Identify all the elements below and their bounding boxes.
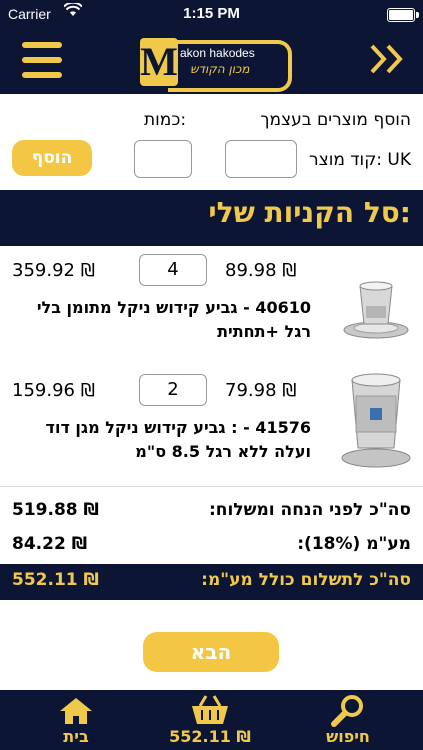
cart-title: סל הקניות שלי: [208, 196, 411, 229]
grand-total-bar: סה"כ לתשלום כולל מע"מ: 552.11 ₪ [0, 564, 423, 600]
logo: M akon hakodes מכון הקודש [140, 36, 292, 92]
tab-cart[interactable]: 552.11 ₪ [160, 690, 260, 750]
line-total: 159.96 ₪ [12, 380, 95, 401]
tab-home-label: בית [63, 727, 89, 746]
add-products-title: הוסף מוצרים בעצמך [260, 110, 411, 130]
cart-item: 359.92 ₪ 4 89.98 ₪ 40610 - גביע קידוש ני… [0, 246, 423, 367]
kiddush-cup-image [340, 370, 412, 468]
subtotal-label: סה"כ לפני הנחה ומשלוח: [208, 500, 411, 520]
cart-item: 159.96 ₪ 2 79.98 ₪ 41576 - : גביע קידוש … [0, 366, 423, 487]
product-code-label: קוד מוצר: UK [309, 150, 411, 170]
unit-price: 79.98 ₪ [225, 380, 297, 401]
grand-total-label: סה"כ לתשלום כולל מע"מ: [201, 570, 411, 590]
home-icon [60, 698, 92, 724]
tab-search[interactable]: חיפוש [308, 690, 388, 750]
logo-text-he: מכון הקודש [190, 62, 250, 76]
tab-home[interactable]: בית [36, 690, 116, 750]
cart-header: סל הקניות שלי: [0, 190, 423, 246]
quantity-label: כמות: [144, 110, 187, 130]
line-total: 359.92 ₪ [12, 260, 95, 281]
grand-total-value: 552.11 ₪ [12, 570, 99, 590]
quantity-field[interactable]: 4 [139, 254, 207, 286]
double-chevron-right-icon[interactable] [368, 42, 406, 85]
basket-icon [192, 695, 228, 724]
vat-label: מע"מ (18%): [297, 534, 411, 554]
item-description: 41576 - : גביע קידוש ניקל מגן דוד ועלה ל… [45, 418, 311, 461]
clock: 1:15 PM [183, 5, 240, 22]
kiddush-cup-image [340, 272, 412, 362]
next-button[interactable]: הבא [143, 632, 279, 672]
unit-price: 89.98 ₪ [225, 260, 297, 281]
logo-m-icon: M [140, 38, 178, 86]
tab-search-label: חיפוש [326, 727, 370, 746]
nav-bar: M akon hakodes מכון הקודש [0, 28, 423, 94]
tab-cart-label: 552.11 ₪ [169, 727, 251, 746]
product-code-input[interactable] [225, 140, 297, 178]
totals-section: סה"כ לפני הנחה ומשלוח: 519.88 ₪ מע"מ (18… [0, 488, 423, 562]
subtotal-value: 519.88 ₪ [12, 500, 99, 520]
menu-icon[interactable] [22, 42, 62, 78]
quantity-field[interactable]: 2 [139, 374, 207, 406]
tab-bar: בית 552.11 ₪ חיפוש [0, 690, 423, 750]
status-bar: Carrier 1:15 PM [0, 0, 423, 28]
quantity-input[interactable] [134, 140, 192, 178]
vat-value: 84.22 ₪ [12, 534, 88, 554]
battery-icon [387, 8, 419, 22]
logo-text-en: akon hakodes [180, 46, 255, 60]
item-description: 40610 - גביע קידוש ניקל מתומן בלי רגל +ת… [36, 298, 311, 341]
magnifier-icon [331, 695, 363, 727]
add-products-section: הוסף מוצרים בעצמך כמות: קוד מוצר: UK הוס… [0, 94, 423, 190]
add-button[interactable]: הוסף [12, 140, 92, 176]
